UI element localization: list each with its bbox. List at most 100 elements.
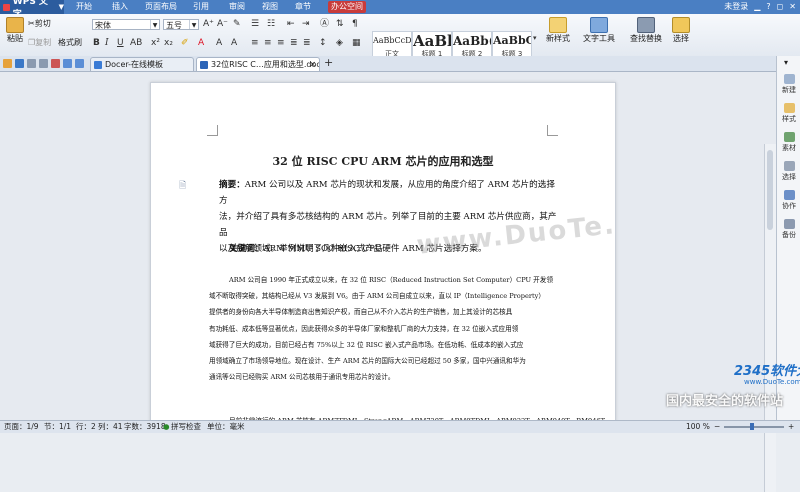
print-icon[interactable] bbox=[27, 59, 36, 68]
document-page[interactable]: 🗎 32 位 RISC CPU ARM 芯片的应用和选型 摘要：ARM 公司以及… bbox=[150, 82, 616, 429]
rp-backup[interactable]: 备份 bbox=[777, 219, 800, 240]
menu-review[interactable]: 审阅 bbox=[229, 1, 245, 13]
brand-slogan: 国内最安全的软件站 bbox=[666, 394, 784, 409]
zoom-slider-thumb[interactable] bbox=[750, 423, 754, 430]
bullets-icon[interactable]: ☰ bbox=[251, 19, 259, 30]
copy-button[interactable]: ❐复制 bbox=[28, 37, 62, 48]
tab-current-document[interactable]: 32位RISC C…应用和选型.doc ✕ bbox=[196, 57, 320, 71]
save-icon[interactable] bbox=[15, 59, 24, 68]
bold-icon[interactable]: B bbox=[93, 38, 100, 49]
font-color-icon[interactable]: A bbox=[198, 38, 204, 49]
status-zoom: 100 % bbox=[686, 422, 710, 431]
border-icon[interactable]: ▦ bbox=[352, 38, 361, 49]
paragraph-mark-icon[interactable]: 🗎 bbox=[179, 178, 186, 194]
menu-home[interactable]: 开始 bbox=[76, 1, 92, 13]
menu-reference[interactable]: 引用 bbox=[193, 1, 209, 13]
outdent-icon[interactable]: ⇤ bbox=[287, 19, 295, 30]
shrink-font-icon[interactable]: A⁻ bbox=[217, 19, 228, 30]
close-tab-icon[interactable]: ✕ bbox=[309, 58, 316, 71]
spell-check-icon[interactable]: ● bbox=[163, 421, 170, 433]
menu-page-layout[interactable]: 页面布局 bbox=[145, 1, 177, 13]
open-icon[interactable] bbox=[3, 59, 12, 68]
rp-collaborate[interactable]: 协作 bbox=[777, 190, 800, 211]
shading-icon[interactable]: ◈ bbox=[336, 38, 343, 49]
underline-icon[interactable]: U bbox=[117, 38, 124, 49]
login-link[interactable]: 未登录 bbox=[724, 1, 748, 13]
italic-icon[interactable]: I bbox=[105, 38, 109, 49]
redo-icon[interactable] bbox=[75, 59, 84, 68]
menu-insert[interactable]: 插入 bbox=[112, 1, 128, 13]
new-style-button[interactable]: 新样式 bbox=[542, 17, 574, 44]
chevron-down-icon[interactable]: ▾ bbox=[784, 58, 788, 67]
strikethrough-icon[interactable]: AB bbox=[130, 38, 142, 49]
rp-styles[interactable]: 样式 bbox=[777, 103, 800, 124]
keywords-value: ARM MMU SOC RISC CPU bbox=[263, 244, 382, 254]
new-tab-icon[interactable]: + bbox=[324, 57, 333, 68]
find-replace-button[interactable]: 查找替换 bbox=[626, 17, 666, 44]
numbering-icon[interactable]: ☷ bbox=[267, 19, 275, 30]
material-icon bbox=[783, 132, 795, 142]
styles-more-icon[interactable]: ▾ bbox=[533, 33, 537, 44]
status-unit[interactable]: 单位：毫米 bbox=[207, 421, 245, 433]
rp-new[interactable]: 新建 bbox=[777, 74, 800, 95]
tab-docer-templates[interactable]: Docer-在线模板 bbox=[90, 57, 194, 71]
close-icon[interactable]: ✕ bbox=[789, 1, 796, 13]
menu-office-space[interactable]: 办公空间 bbox=[328, 1, 366, 13]
app-menu-button[interactable]: WPS 文字 ▼ bbox=[0, 0, 64, 20]
help-icon[interactable]: ? bbox=[766, 1, 770, 13]
status-words: 字数：3918 bbox=[124, 422, 166, 431]
undo-icon[interactable] bbox=[63, 59, 72, 68]
minimize-icon[interactable]: ▁ bbox=[754, 1, 760, 13]
chevron-down-icon[interactable]: ▼ bbox=[150, 20, 159, 29]
body-line: 有功耗低、成本低等显著优点，因此获得众多的半导体厂家和整机厂商的大力支持，在 3… bbox=[209, 324, 519, 333]
indent-icon[interactable]: ⇥ bbox=[302, 19, 310, 30]
zoom-out-icon[interactable]: − bbox=[714, 421, 720, 433]
restore-icon[interactable]: ◻ bbox=[777, 1, 784, 13]
font-size-select[interactable]: 五号 ▼ bbox=[163, 19, 199, 30]
distribute-icon[interactable]: ≣ bbox=[303, 38, 311, 49]
brand-site: www.DuoTe.com bbox=[744, 378, 800, 386]
new-doc-icon bbox=[783, 74, 795, 84]
pdf-icon[interactable] bbox=[51, 59, 60, 68]
tab-label: 32位RISC C…应用和选型.doc bbox=[211, 60, 320, 69]
menu-chapter[interactable]: 章节 bbox=[295, 1, 311, 13]
justify-icon[interactable]: ≣ bbox=[290, 38, 298, 49]
status-spell[interactable]: 拼写检查 bbox=[171, 421, 201, 433]
chinese-layout-icon[interactable]: Ⓐ bbox=[320, 19, 329, 30]
zoom-slider[interactable] bbox=[724, 426, 784, 428]
rp-material[interactable]: 素材 bbox=[777, 132, 800, 153]
line-spacing-icon[interactable]: ↕ bbox=[319, 38, 327, 49]
vertical-scrollbar[interactable] bbox=[764, 144, 776, 492]
char-shading-icon[interactable]: A bbox=[231, 38, 237, 49]
style-sample: AaBl bbox=[413, 32, 452, 50]
font-name-select[interactable]: 宋体 ▼ bbox=[92, 19, 160, 30]
sort-icon[interactable]: ⇅ bbox=[336, 19, 344, 30]
superscript-icon[interactable]: x² bbox=[151, 38, 160, 49]
show-marks-icon[interactable]: ¶ bbox=[352, 19, 358, 30]
document-tab-bar: Docer-在线模板 32位RISC C…应用和选型.doc ✕ + bbox=[0, 56, 776, 72]
align-center-icon[interactable]: ≡ bbox=[264, 38, 272, 49]
char-border-icon[interactable]: A bbox=[216, 38, 222, 49]
scroll-thumb[interactable] bbox=[767, 150, 773, 230]
grow-font-icon[interactable]: A⁺ bbox=[203, 19, 214, 30]
select-button[interactable]: 选择 bbox=[668, 17, 694, 44]
new-style-label: 新样式 bbox=[546, 34, 570, 43]
paste-button[interactable]: 粘贴 bbox=[3, 17, 27, 44]
align-left-icon[interactable]: ≡ bbox=[251, 38, 259, 49]
menu-view[interactable]: 视图 bbox=[262, 1, 278, 13]
margin-corner bbox=[547, 125, 558, 136]
align-right-icon[interactable]: ≡ bbox=[277, 38, 285, 49]
format-painter-button[interactable]: 格式刷 bbox=[58, 37, 88, 48]
highlight-icon[interactable]: ✐ bbox=[181, 38, 189, 49]
zoom-in-icon[interactable]: + bbox=[788, 421, 794, 433]
print-preview-icon[interactable] bbox=[39, 59, 48, 68]
chevron-down-icon[interactable]: ▼ bbox=[189, 20, 198, 29]
body-line: 通讯等公司已经购买 ARM 公司芯核用于通讯专用芯片的设计。 bbox=[209, 373, 395, 382]
cut-button[interactable]: ✂剪切 bbox=[28, 18, 62, 29]
text-tools-button[interactable]: 文字工具 bbox=[580, 17, 618, 44]
rp-select[interactable]: 选择 bbox=[777, 161, 800, 182]
select-icon bbox=[783, 161, 795, 171]
select-label: 选择 bbox=[673, 34, 689, 43]
clear-format-icon[interactable]: ✎ bbox=[233, 19, 241, 30]
subscript-icon[interactable]: x₂ bbox=[164, 38, 173, 49]
